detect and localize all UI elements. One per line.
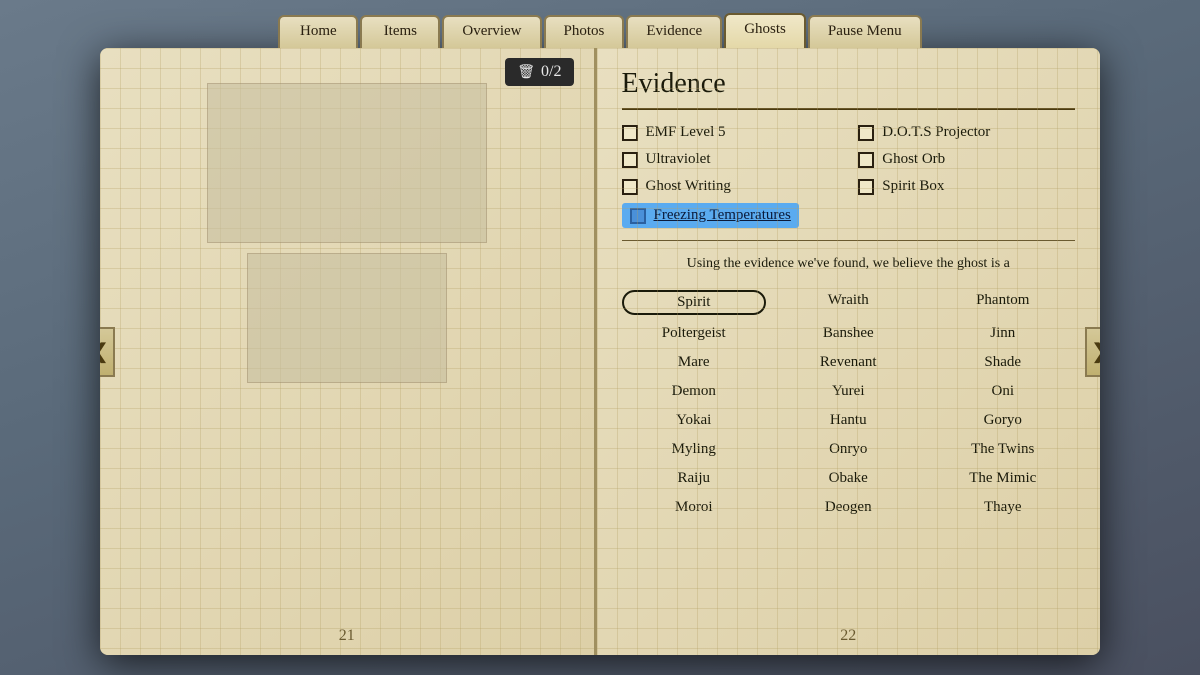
ghost-raiju[interactable]: Raiju	[622, 468, 767, 489]
ghost-yurei[interactable]: Yurei	[776, 381, 921, 402]
book: ❮ 🗑 0/2 21 ❯ Evidence EMF Level 5 D.O.T.…	[100, 48, 1100, 655]
ghost-demon[interactable]: Demon	[622, 381, 767, 402]
label-ghost-writing: Ghost Writing	[646, 178, 731, 195]
checkbox-ghost-writing[interactable]	[622, 179, 638, 195]
belief-divider	[622, 240, 1076, 241]
ghost-banshee[interactable]: Banshee	[776, 323, 921, 344]
checkbox-dots[interactable]	[858, 125, 874, 141]
evidence-item-uv[interactable]: Ultraviolet	[622, 151, 839, 168]
tab-overview[interactable]: Overview	[442, 15, 541, 48]
ghost-poltergeist[interactable]: Poltergeist	[622, 323, 767, 344]
tab-evidence[interactable]: Evidence	[626, 15, 722, 48]
ghost-shade[interactable]: Shade	[931, 352, 1076, 373]
ghost-oni[interactable]: Oni	[931, 381, 1076, 402]
nav-bar: Home Items Overview Photos Evidence Ghos…	[0, 0, 1200, 48]
ghost-myling[interactable]: Myling	[622, 439, 767, 460]
book-right-page: ❯ Evidence EMF Level 5 D.O.T.S Projector…	[597, 48, 1101, 655]
photo-area	[120, 83, 574, 383]
prev-page-arrow[interactable]: ❮	[100, 327, 115, 377]
ghost-hantu[interactable]: Hantu	[776, 410, 921, 431]
book-left-page: ❮ 🗑 0/2 21	[100, 48, 597, 655]
evidence-item-ghost-orb[interactable]: Ghost Orb	[858, 151, 1075, 168]
trash-counter: 🗑 0/2	[505, 58, 573, 86]
ghost-grid: Spirit Wraith Phantom Poltergeist Banshee Jin…	[622, 290, 1076, 518]
left-page-number: 21	[339, 627, 355, 645]
checkbox-emf[interactable]	[622, 125, 638, 141]
photo-top	[207, 83, 487, 243]
trash-count: 0/2	[541, 63, 561, 81]
photo-bottom	[247, 253, 447, 383]
label-emf: EMF Level 5	[646, 124, 726, 141]
checkbox-freezing[interactable]	[630, 208, 646, 224]
tab-ghosts[interactable]: Ghosts	[724, 13, 806, 48]
evidence-title: Evidence	[622, 68, 1076, 100]
tab-items[interactable]: Items	[360, 15, 440, 48]
ghost-onryo[interactable]: Onryo	[776, 439, 921, 460]
evidence-item-emf[interactable]: EMF Level 5	[622, 124, 839, 141]
label-uv: Ultraviolet	[646, 151, 711, 168]
ghost-spirit[interactable]: Spirit	[622, 290, 767, 315]
checkbox-ghost-orb[interactable]	[858, 152, 874, 168]
ghost-thaye[interactable]: Thaye	[931, 497, 1076, 518]
ghost-yokai[interactable]: Yokai	[622, 410, 767, 431]
ghost-obake[interactable]: Obake	[776, 468, 921, 489]
label-spirit-box: Spirit Box	[882, 178, 944, 195]
ghost-revenant[interactable]: Revenant	[776, 352, 921, 373]
ghost-goryo[interactable]: Goryo	[931, 410, 1076, 431]
next-page-arrow[interactable]: ❯	[1085, 327, 1100, 377]
ghost-the-twins[interactable]: The Twins	[931, 439, 1076, 460]
ghost-mare[interactable]: Mare	[622, 352, 767, 373]
trash-icon: 🗑	[517, 64, 535, 81]
tab-pause-menu[interactable]: Pause Menu	[808, 15, 922, 48]
ghost-wraith[interactable]: Wraith	[776, 290, 921, 315]
label-dots: D.O.T.S Projector	[882, 124, 990, 141]
ghost-jinn[interactable]: Jinn	[931, 323, 1076, 344]
belief-text: Using the evidence we've found, we belie…	[622, 253, 1076, 274]
ghost-the-mimic[interactable]: The Mimic	[931, 468, 1076, 489]
evidence-divider	[622, 108, 1076, 110]
label-ghost-orb: Ghost Orb	[882, 151, 945, 168]
label-freezing: Freezing Temperatures	[654, 207, 791, 224]
tab-photos[interactable]: Photos	[544, 15, 625, 48]
right-page-number: 22	[840, 627, 856, 645]
evidence-grid: EMF Level 5 D.O.T.S Projector Ultraviole…	[622, 124, 1076, 195]
tab-home[interactable]: Home	[278, 15, 358, 48]
ghost-deogen[interactable]: Deogen	[776, 497, 921, 518]
evidence-item-dots[interactable]: D.O.T.S Projector	[858, 124, 1075, 141]
ghost-phantom[interactable]: Phantom	[931, 290, 1076, 315]
ghost-moroi[interactable]: Moroi	[622, 497, 767, 518]
checkbox-uv[interactable]	[622, 152, 638, 168]
evidence-item-spirit-box[interactable]: Spirit Box	[858, 178, 1075, 195]
evidence-item-ghost-writing[interactable]: Ghost Writing	[622, 178, 839, 195]
checkbox-spirit-box[interactable]	[858, 179, 874, 195]
evidence-item-freezing[interactable]: Freezing Temperatures	[622, 203, 799, 228]
